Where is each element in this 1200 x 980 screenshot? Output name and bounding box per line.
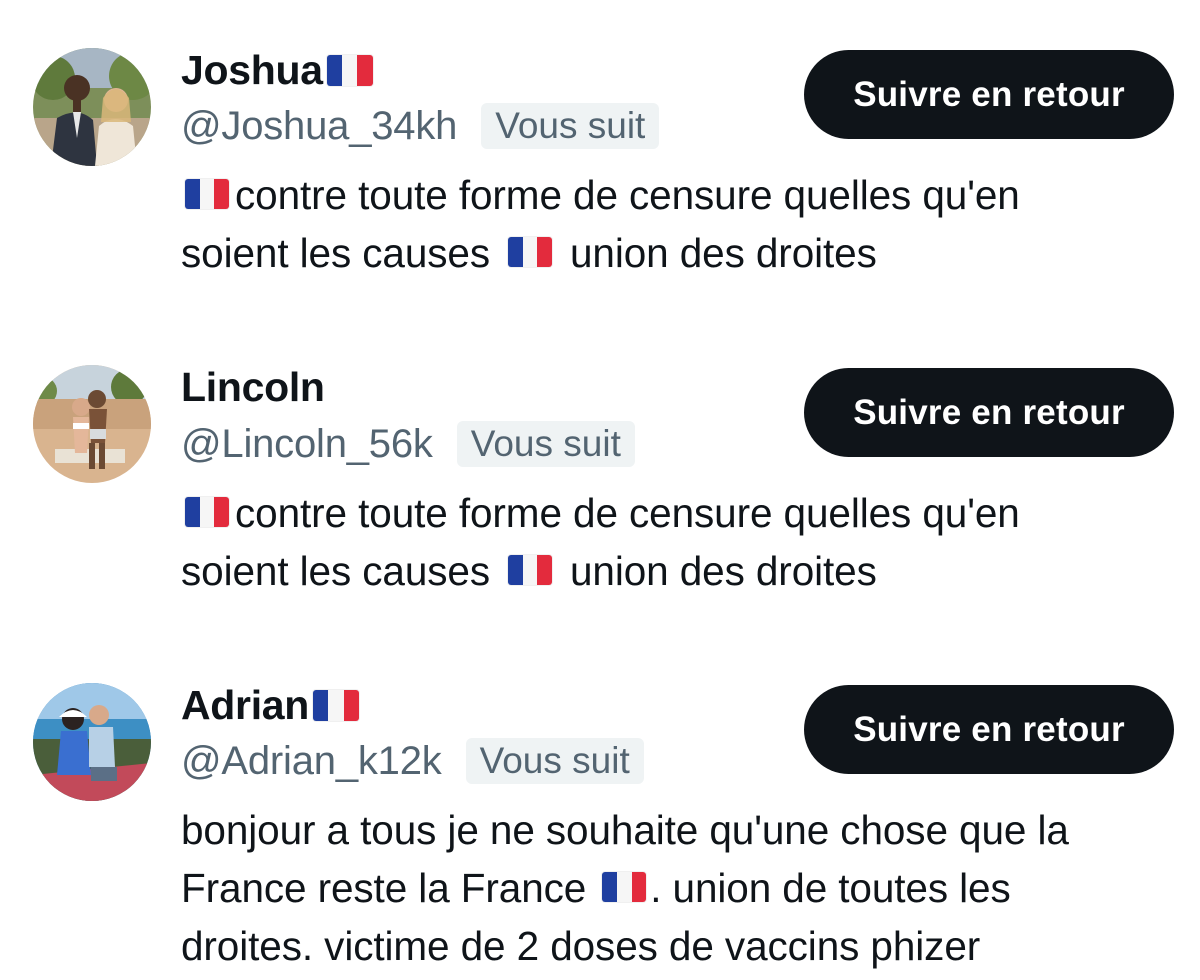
bio-line: contre toute forme de censure quelles qu… <box>181 484 1181 542</box>
bio-text: droites. victime de 2 doses de vaccins p… <box>181 923 981 969</box>
name-line: Adrian <box>181 681 360 729</box>
bio-line: soient les causes union des droites <box>181 224 1181 282</box>
france-flag-icon <box>185 179 229 209</box>
bio-line: France reste la France . union de toutes … <box>181 859 1181 917</box>
france-flag-icon <box>602 872 647 902</box>
name-line: Lincoln <box>181 363 325 411</box>
handle-line: @Joshua_34kh Vous suit <box>181 102 660 150</box>
bio-text: contre toute forme de censure quelles qu… <box>235 172 1020 218</box>
bio-text: soient les causes <box>181 548 490 594</box>
bio-line: contre toute forme de censure quelles qu… <box>181 166 1181 224</box>
bio-text: contre toute forme de censure quelles qu… <box>235 490 1020 536</box>
bio-text: soient les causes <box>181 230 490 276</box>
bio-line: droites. victime de 2 doses de vaccins p… <box>181 917 1181 975</box>
handle-line: @Lincoln_56k Vous suit <box>181 420 635 468</box>
bio-text: union des droites <box>569 548 877 594</box>
follows-you-badge: Vous suit <box>456 421 635 467</box>
bio-text: France reste la France <box>181 865 587 911</box>
avatar[interactable] <box>33 48 151 166</box>
follows-you-badge: Vous suit <box>481 103 660 149</box>
avatar[interactable] <box>33 365 151 483</box>
bio-line: bonjour a tous je ne souhaite qu'une cho… <box>181 801 1181 859</box>
user-bio: bonjour a tous je ne souhaite qu'une cho… <box>181 801 1181 975</box>
france-flag-icon <box>507 237 552 267</box>
bio-text: bonjour a tous je ne souhaite qu'une cho… <box>181 807 1069 853</box>
bio-text: union des droites <box>569 230 877 276</box>
display-name[interactable]: Joshua <box>181 47 323 94</box>
user-handle[interactable]: @Joshua_34kh <box>181 104 457 149</box>
france-flag-icon <box>326 54 373 86</box>
user-handle[interactable]: @Lincoln_56k <box>181 422 433 467</box>
user-bio: contre toute forme de censure quelles qu… <box>181 484 1181 600</box>
bio-text: . union de toutes les <box>650 865 1011 911</box>
france-flag-icon <box>507 555 552 585</box>
name-line: Joshua <box>181 46 373 94</box>
user-handle[interactable]: @Adrian_k12k <box>181 739 442 784</box>
handle-line: @Adrian_k12k Vous suit <box>181 737 644 785</box>
france-flag-icon <box>185 497 229 527</box>
france-flag-icon <box>313 689 360 721</box>
display-name[interactable]: Lincoln <box>181 364 325 411</box>
follow-back-button[interactable]: Suivre en retour <box>804 685 1174 774</box>
follows-you-badge: Vous suit <box>465 738 644 784</box>
user-bio: contre toute forme de censure quelles qu… <box>181 166 1181 282</box>
avatar[interactable] <box>33 683 151 801</box>
display-name[interactable]: Adrian <box>181 682 309 729</box>
follow-back-button[interactable]: Suivre en retour <box>804 368 1174 457</box>
bio-line: soient les causes union des droites <box>181 542 1181 600</box>
follow-back-button[interactable]: Suivre en retour <box>804 50 1174 139</box>
